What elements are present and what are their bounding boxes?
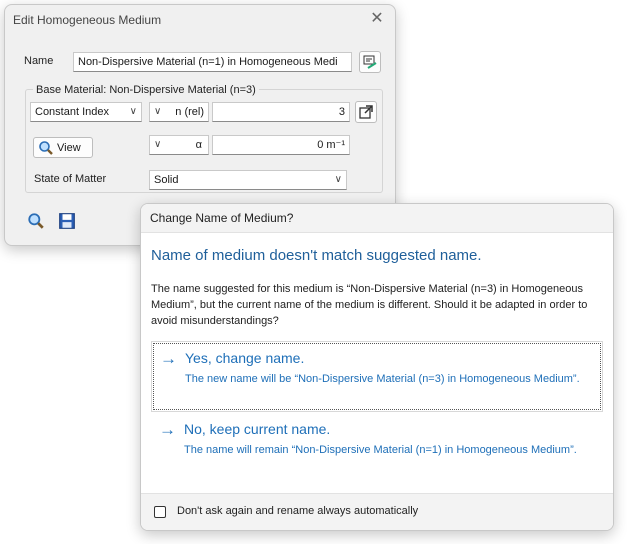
index-type-select[interactable]: Constant Index ∨ [30,102,142,122]
chevron-down-icon: ∨ [154,106,162,117]
alpha-param-label: α [195,139,202,151]
name-input[interactable]: Non-Dispersive Material (n=1) in Homogen… [73,52,352,72]
external-link-icon [359,105,373,119]
rename-icon [363,55,377,69]
arrow-right-icon: → [159,420,176,439]
dialog-footer: Don't ask again and rename always automa… [141,493,613,530]
dont-ask-checkbox[interactable] [154,506,166,518]
dialog-title-bar: Change Name of Medium? [141,204,613,233]
magnifier-icon [28,213,44,229]
n-value-input[interactable]: 3 [212,102,350,122]
state-of-matter-value: Solid [154,174,179,186]
no-keep-name-option[interactable]: → No, keep current name. The name will r… [153,415,601,482]
arrow-right-icon: → [160,349,177,368]
chevron-down-icon: ∨ [154,139,162,150]
state-of-matter-select[interactable]: Solid ∨ [149,170,347,190]
name-label: Name [24,55,54,67]
close-icon[interactable]: ✕ [367,9,387,29]
yes-option-description: The new name will be “Non-Dispersive Mat… [185,373,580,385]
title-bar: Edit Homogeneous Medium ✕ [5,5,395,35]
dialog-heading: Name of medium doesn't match suggested n… [151,247,482,264]
dialog-message: The name suggested for this medium is “N… [151,283,588,327]
view-button[interactable]: View [33,137,93,158]
chevron-down-icon: ∨ [334,174,342,185]
view-button-label: View [57,142,81,154]
n-param-label: n (rel) [175,106,204,118]
yes-change-name-option[interactable]: → Yes, change name. The new name will be… [151,341,603,412]
alpha-param-select[interactable]: ∨ α [149,135,209,155]
base-material-label: Base Material: Non-Dispersive Material (… [33,84,259,96]
chevron-down-icon: ∨ [129,106,137,117]
index-type-value: Constant Index [35,106,109,118]
state-of-matter-label: State of Matter [34,173,107,185]
no-option-title: No, keep current name. [184,421,331,437]
alpha-value-input[interactable]: 0 m⁻¹ [212,135,350,155]
yes-option-title: Yes, change name. [185,350,305,366]
window-title: Edit Homogeneous Medium [13,13,162,27]
no-option-description: The name will remain “Non-Dispersive Mat… [184,444,577,456]
search-button[interactable] [25,210,47,232]
dont-ask-label: Don't ask again and rename always automa… [177,505,419,517]
dialog-title: Change Name of Medium? [150,211,294,225]
n-param-select[interactable]: ∨ n (rel) [149,102,209,122]
name-edit-button[interactable] [359,51,381,73]
magnifier-icon [39,141,53,155]
floppy-disk-icon [59,213,75,229]
external-open-button[interactable] [355,101,377,123]
save-button[interactable] [56,210,78,232]
change-name-dialog: Change Name of Medium? Name of medium do… [140,203,614,531]
